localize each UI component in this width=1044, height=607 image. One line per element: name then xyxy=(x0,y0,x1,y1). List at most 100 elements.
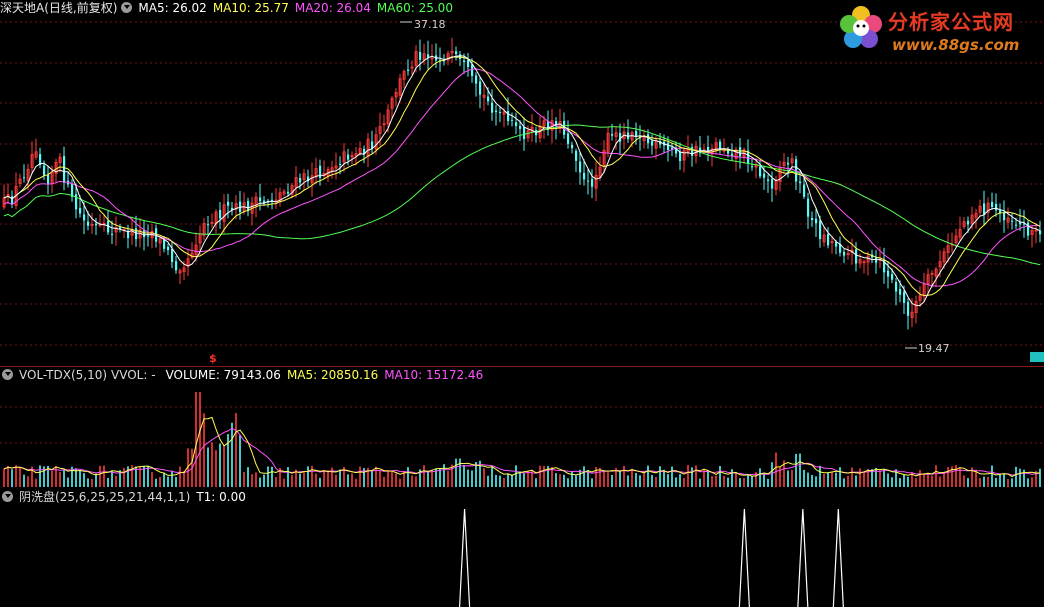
candle-body xyxy=(299,178,302,183)
indicator-spike xyxy=(458,508,471,607)
indicator-spike xyxy=(797,508,809,607)
vvol-value: VVOL: - xyxy=(111,368,156,382)
candle-body xyxy=(679,151,682,162)
candle-body xyxy=(771,179,774,189)
candle-body xyxy=(807,198,810,217)
ma20-line xyxy=(3,68,1041,287)
candle-body xyxy=(855,249,858,264)
candle-body xyxy=(143,230,146,238)
candle-body xyxy=(891,273,894,280)
signal-dollar-mark: $ xyxy=(209,352,217,365)
volume-indicator-title: VOL-TDX(5,10) xyxy=(19,368,108,382)
candle-body xyxy=(835,242,838,247)
candle-body xyxy=(591,179,594,187)
indicator-spike xyxy=(738,508,750,607)
candle-body xyxy=(167,246,170,251)
candle-body xyxy=(1003,212,1006,221)
candle-body xyxy=(495,110,498,113)
ma5-value: MA5: 26.02 xyxy=(138,1,207,15)
candle-body xyxy=(515,122,518,126)
candle-body xyxy=(811,217,814,221)
high-price-label: 37.18 xyxy=(414,18,446,31)
candle-body xyxy=(259,197,262,202)
candle-body xyxy=(147,235,150,237)
price-panel-header: 深天地A(日线,前复权) MA5: 26.02 MA10: 25.77 MA20: 2… xyxy=(0,0,459,16)
candle-body xyxy=(667,142,670,151)
candle-body xyxy=(991,201,994,207)
indicator-t1-value: T1: 0.00 xyxy=(196,490,246,504)
candle-body xyxy=(895,281,898,292)
indicator-chart[interactable] xyxy=(0,489,1044,607)
indicator-title: 阴洗盘(25,6,25,25,21,44,1,1) xyxy=(19,490,191,504)
candle-body xyxy=(407,69,410,71)
candle-body xyxy=(287,191,290,194)
candle-body xyxy=(347,154,350,160)
candle-body xyxy=(479,81,482,95)
watermark-logo: 分析家公式网 www.88gs.com xyxy=(836,2,1036,60)
candle-body xyxy=(23,177,26,179)
candle-body xyxy=(487,96,490,102)
candle-body xyxy=(511,119,514,121)
volume-ma10-value: MA10: 15172.46 xyxy=(384,368,484,382)
candle-body xyxy=(523,127,526,140)
candle-body xyxy=(135,228,138,240)
candle-body xyxy=(1011,220,1014,222)
candle-body xyxy=(1015,224,1018,226)
low-price-label: 19.47 xyxy=(918,342,950,355)
stock-title: 深天地A(日线,前复权) xyxy=(0,1,118,15)
candle-body xyxy=(999,210,1002,213)
candle-body xyxy=(467,59,470,68)
candle-body xyxy=(219,209,222,219)
ma60-line xyxy=(3,124,1041,266)
candle-body xyxy=(887,270,890,277)
candle-body xyxy=(227,201,230,206)
chevron-down-icon[interactable] xyxy=(2,369,13,380)
candle-body xyxy=(207,224,210,226)
ma10-line xyxy=(3,56,1041,297)
candle-body xyxy=(79,208,82,214)
candle-body xyxy=(651,140,654,146)
candle-body xyxy=(475,75,478,84)
candle-body xyxy=(995,203,998,211)
candle-body xyxy=(587,180,590,182)
candle-body xyxy=(819,220,822,239)
watermark-name: 分析家公式网 xyxy=(888,10,1014,34)
volume-value: VOLUME: 79143.06 xyxy=(165,368,281,382)
indicator-spike xyxy=(832,508,844,607)
ma60-value: MA60: 25.00 xyxy=(376,1,453,15)
candle-body xyxy=(611,134,614,136)
candle-body xyxy=(111,233,114,235)
candle-body xyxy=(1019,222,1022,225)
candle-body xyxy=(583,172,586,180)
volume-ma5-line xyxy=(3,416,1040,478)
candle-body xyxy=(787,162,790,165)
candle-body xyxy=(47,174,50,184)
candle-body xyxy=(43,165,46,176)
volume-ma10-line xyxy=(3,427,1041,476)
candle-body xyxy=(751,166,754,168)
candle-body xyxy=(419,52,422,60)
candle-body xyxy=(739,147,742,157)
candle-body xyxy=(175,261,178,271)
volume-chart[interactable] xyxy=(0,368,1044,488)
chevron-down-icon[interactable] xyxy=(121,2,133,13)
candle-body xyxy=(567,133,570,144)
candle-body xyxy=(843,251,846,256)
candle-body xyxy=(767,179,770,181)
indicator-panel-header: 阴洗盘(25,6,25,25,21,44,1,1) T1: 0.00 xyxy=(0,489,252,505)
chevron-down-icon[interactable] xyxy=(2,491,13,502)
candle-body xyxy=(95,223,98,226)
candle-body xyxy=(827,234,830,246)
flower-logo-icon xyxy=(840,6,882,48)
volume-ma5-value: MA5: 20850.16 xyxy=(286,368,379,382)
candle-body xyxy=(759,166,762,177)
candle-body xyxy=(575,150,578,161)
ma10-value: MA10: 25.77 xyxy=(212,1,289,15)
candle-body xyxy=(815,218,818,224)
candle-body xyxy=(499,111,502,113)
candle-body xyxy=(491,102,494,113)
candle-body xyxy=(571,144,574,149)
candle-body xyxy=(907,301,910,316)
volume-panel-header: VOL-TDX(5,10) VVOL: - VOLUME: 79143.06 MA5:… xyxy=(0,367,489,383)
candle-body xyxy=(579,161,582,173)
